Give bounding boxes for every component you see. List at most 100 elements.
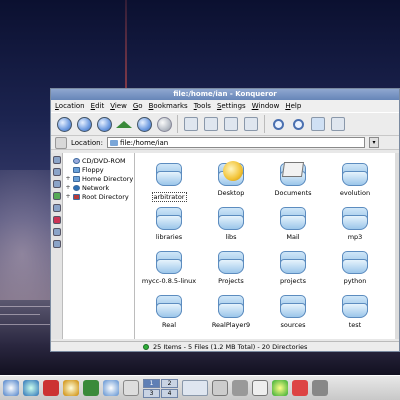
services-tab[interactable] <box>52 228 61 236</box>
tree-expander[interactable]: + <box>65 193 71 200</box>
desktop-3-button[interactable]: 3 <box>143 388 160 398</box>
cut-button[interactable] <box>182 115 200 133</box>
menu-tools[interactable]: Tools <box>194 102 211 110</box>
menu-label: ocation <box>58 102 85 110</box>
file-item[interactable]: projects <box>263 245 323 291</box>
menu-bar: Location Edit View Go Bookmarks Tools Settings… <box>51 100 399 112</box>
folder-icon <box>278 291 308 321</box>
mixer-icon[interactable] <box>232 380 248 396</box>
window-title[interactable]: file:/home/ian - Konqueror <box>51 89 399 100</box>
tree-item[interactable]: CD/DVD-ROM <box>63 156 134 165</box>
menu-edit[interactable]: Edit <box>91 102 105 110</box>
menu-settings[interactable]: Settings <box>217 102 246 110</box>
file-item[interactable]: libraries <box>139 201 199 247</box>
file-item-label: libraries <box>155 233 183 241</box>
kde-menu-icon[interactable] <box>3 380 19 396</box>
tree-item-label: Root Directory <box>82 192 129 201</box>
tree-expander[interactable] <box>65 167 71 173</box>
wallpaper-reflection <box>0 306 55 307</box>
konqueror-icon[interactable] <box>103 380 119 396</box>
paste-button[interactable] <box>222 115 240 133</box>
sidebar-media-tab[interactable] <box>52 240 61 248</box>
file-item[interactable]: sources <box>263 289 323 335</box>
menu-go[interactable]: Go <box>133 102 143 110</box>
menu-bookmarks[interactable]: Bookmarks <box>149 102 188 110</box>
printer-icon[interactable] <box>212 380 228 396</box>
root-tab[interactable] <box>52 216 61 224</box>
file-item[interactable]: Projects <box>201 245 261 291</box>
tree-item[interactable]: + Home Directory <box>63 174 134 183</box>
detail-view-button[interactable] <box>329 115 347 133</box>
tree-item[interactable]: + Root Directory <box>63 192 134 201</box>
tree-item[interactable]: + Network <box>63 183 134 192</box>
taskbar-window-button[interactable] <box>182 380 208 396</box>
clock-icon[interactable] <box>312 380 328 396</box>
stop-button[interactable] <box>155 115 173 133</box>
menu-location[interactable]: Location <box>55 102 85 110</box>
tree-item-label: Floppy <box>82 165 104 174</box>
toolbar-separator <box>264 115 265 133</box>
file-item[interactable]: libs <box>201 201 261 247</box>
flag-icon[interactable] <box>292 380 308 396</box>
file-item[interactable]: Real <box>139 289 199 335</box>
menu-help[interactable]: Help <box>285 102 301 110</box>
star-icon[interactable] <box>272 380 288 396</box>
menu-window[interactable]: Window <box>252 102 280 110</box>
reload-button[interactable] <box>135 115 153 133</box>
devices-tab[interactable] <box>52 168 61 176</box>
location-field[interactable] <box>106 137 365 148</box>
taskbar: 1234 <box>0 375 400 400</box>
forward-button[interactable] <box>95 115 113 133</box>
mail-icon[interactable] <box>123 380 139 396</box>
music-icon[interactable] <box>63 380 79 396</box>
home-icon[interactable] <box>83 380 99 396</box>
network-icon <box>73 184 80 191</box>
file-item[interactable]: Documents <box>263 157 323 203</box>
desktop-4-button[interactable]: 4 <box>161 388 178 398</box>
print-button[interactable] <box>242 115 260 133</box>
tree-item[interactable]: Floppy <box>63 165 134 174</box>
zoom-in-button[interactable] <box>269 115 287 133</box>
file-item-label: Real <box>161 321 176 329</box>
tree-expander[interactable]: + <box>65 184 71 191</box>
vertical-scrollbar[interactable] <box>395 153 399 339</box>
file-item[interactable]: Mail <box>263 201 323 247</box>
tree-expander[interactable]: + <box>65 175 71 182</box>
menu-view[interactable]: View <box>110 102 127 110</box>
file-item[interactable]: mycc-0.8.5-linux <box>139 245 199 291</box>
file-item[interactable]: python <box>325 245 385 291</box>
copy-button[interactable] <box>202 115 220 133</box>
file-item[interactable]: arbitrator <box>139 157 199 203</box>
file-item[interactable]: evolution <box>325 157 385 203</box>
zoom-out-button[interactable] <box>289 115 307 133</box>
desktop-folder-icon <box>216 159 246 189</box>
cdrom-icon <box>73 157 80 164</box>
folder-icon <box>154 203 184 233</box>
home-tab[interactable] <box>52 192 61 200</box>
file-item-label: Documents <box>274 189 312 197</box>
desktop-2-button[interactable]: 2 <box>161 378 178 388</box>
location-input[interactable] <box>119 138 350 147</box>
location-dropdown-button[interactable]: ▾ <box>368 137 379 148</box>
file-item[interactable]: mp3 <box>325 201 385 247</box>
history-tab[interactable] <box>52 180 61 188</box>
menu-label: ools <box>196 102 211 110</box>
network-tab[interactable] <box>52 204 61 212</box>
desktop-1-button[interactable]: 1 <box>143 378 160 388</box>
file-item[interactable]: Desktop <box>201 157 261 203</box>
network-icon[interactable] <box>23 380 39 396</box>
klipper-icon[interactable] <box>252 380 268 396</box>
back-button[interactable] <box>75 115 93 133</box>
folder-icon <box>340 291 370 321</box>
toolbox-icon[interactable] <box>43 380 59 396</box>
icon-view-button[interactable] <box>309 115 327 133</box>
bookmarks-tab[interactable] <box>52 156 61 164</box>
tree-expander[interactable] <box>65 158 71 164</box>
clear-location-button[interactable] <box>55 136 67 149</box>
menu-label: indow <box>258 102 280 110</box>
file-item[interactable]: RealPlayer9 <box>201 289 261 335</box>
home-button[interactable] <box>115 115 133 133</box>
up-button[interactable] <box>55 115 73 133</box>
file-item[interactable]: test <box>325 289 385 335</box>
folder-icon <box>216 203 246 233</box>
